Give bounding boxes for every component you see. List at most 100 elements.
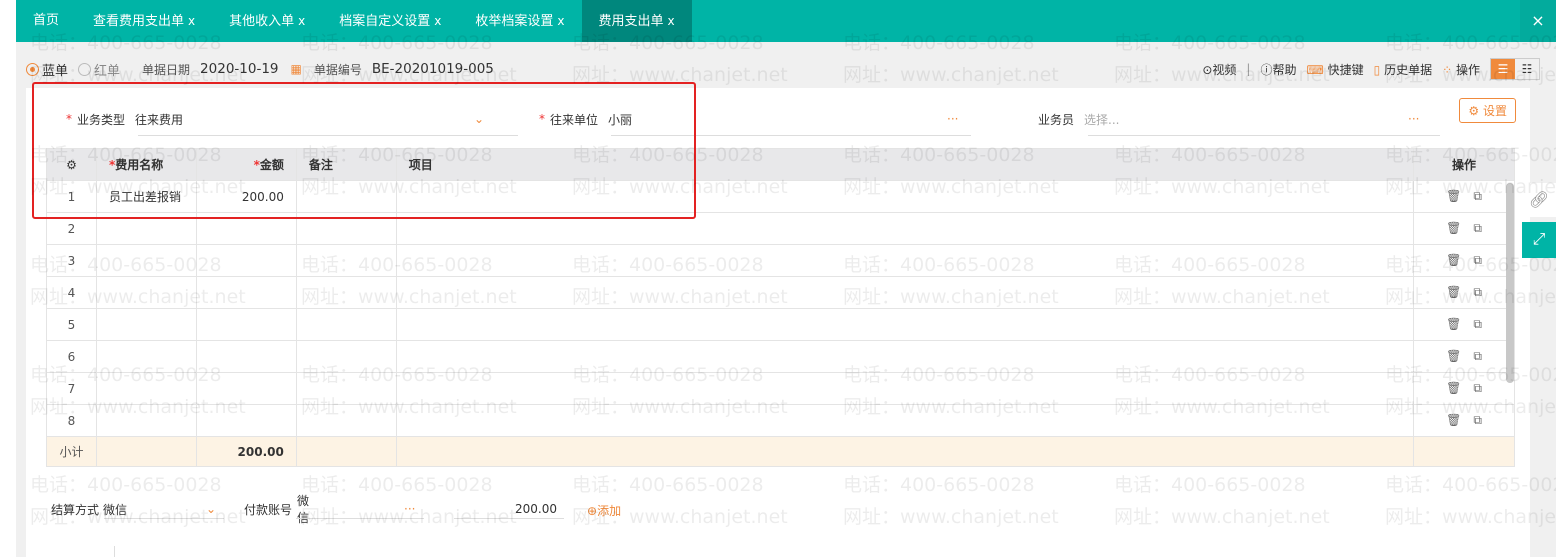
cell-note[interactable] — [295, 404, 397, 437]
row-ops: 🗑︎ ⧉ — [1413, 308, 1515, 341]
shortcut-label: 快捷键 — [1327, 62, 1364, 77]
tab-expense[interactable]: 费用支出单 x — [581, 0, 692, 42]
video-button[interactable]: ⊙视频 — [1202, 61, 1236, 78]
cell-note[interactable] — [295, 276, 397, 309]
tab-archive-custom[interactable]: 档案自定义设置 x — [322, 0, 458, 42]
cell-amount[interactable] — [195, 372, 297, 405]
radio-red[interactable]: 红单 — [78, 60, 120, 79]
row-ops: 🗑︎ ⧉ — [1413, 372, 1515, 405]
copy-add-icon[interactable]: ⧉ — [1473, 189, 1482, 203]
copy-add-icon[interactable]: ⧉ — [1473, 285, 1482, 299]
highlight-box — [32, 82, 696, 219]
cell-note[interactable] — [295, 244, 397, 277]
cell-amount[interactable] — [195, 308, 297, 341]
trash-icon[interactable]: 🗑︎ — [1446, 221, 1461, 235]
copy-add-icon[interactable]: ⧉ — [1473, 349, 1482, 363]
settings-label: 设置 — [1482, 104, 1507, 118]
row-number: 7 — [46, 372, 97, 405]
close-icon[interactable]: x — [668, 14, 675, 28]
cell-note[interactable] — [295, 308, 397, 341]
trash-icon[interactable]: 🗑︎ — [1446, 349, 1461, 363]
trash-icon[interactable]: 🗑︎ — [1446, 253, 1461, 267]
copy-add-icon[interactable]: ⧉ — [1473, 317, 1482, 331]
cell-amount[interactable] — [195, 404, 297, 437]
cell-project[interactable] — [395, 372, 1415, 405]
add-button[interactable]: ⊕添加 — [587, 502, 621, 519]
shortcut-button[interactable]: ⌨ 快捷键 — [1306, 61, 1363, 78]
history-label: 历史单据 — [1384, 62, 1433, 77]
cell-name[interactable] — [95, 404, 197, 437]
cell-name[interactable] — [95, 244, 197, 277]
tab-other-income[interactable]: 其他收入单 x — [212, 0, 322, 42]
close-icon[interactable]: x — [188, 14, 195, 28]
close-icon[interactable]: x — [298, 14, 305, 28]
cell-project[interactable] — [395, 276, 1415, 309]
copy-add-icon[interactable]: ⧉ — [1473, 413, 1482, 427]
field-label: 业务员 — [1038, 112, 1075, 127]
cell-name[interactable] — [95, 372, 197, 405]
operate-button[interactable]: ⁘ 操作 — [1442, 61, 1480, 78]
tab-label: 查看费用支出单 — [93, 14, 185, 29]
expand-icon[interactable]: ⤢ — [1522, 222, 1556, 258]
tab-label: 档案自定义设置 — [339, 14, 431, 29]
more-icon[interactable]: ··· — [1408, 112, 1419, 126]
trash-icon[interactable]: 🗑︎ — [1446, 413, 1461, 427]
account-input[interactable]: 微信 — [297, 492, 309, 526]
cell-project[interactable] — [395, 340, 1415, 373]
date-value[interactable]: 2020-10-19 — [200, 61, 278, 77]
more-icon[interactable]: ··· — [404, 502, 415, 516]
radio-blue[interactable]: 蓝单 — [26, 60, 68, 79]
cell-amount[interactable] — [195, 244, 297, 277]
close-icon[interactable]: x — [434, 14, 441, 28]
row-number: 3 — [46, 244, 97, 277]
help-button[interactable]: ⓘ帮助 — [1260, 61, 1296, 78]
row-ops: 🗑︎ ⧉ — [1413, 244, 1515, 277]
trash-icon[interactable]: 🗑︎ — [1446, 189, 1461, 203]
cell-name[interactable] — [95, 308, 197, 341]
cell-note[interactable] — [295, 372, 397, 405]
tab-bar: 首页 查看费用支出单 x 其他收入单 x 档案自定义设置 x 枚举档案设置 x 费用支出… — [16, 0, 1556, 42]
list-view-icon[interactable]: ☰ — [1491, 59, 1515, 79]
cell-name[interactable] — [95, 340, 197, 373]
calendar-icon[interactable]: ▦ — [291, 62, 302, 76]
copy-add-icon[interactable]: ⧉ — [1473, 221, 1482, 235]
copy-add-icon[interactable]: ⧉ — [1473, 253, 1482, 267]
radio-label: 蓝单 — [42, 63, 69, 79]
close-all-icon[interactable]: × — [1520, 0, 1556, 42]
cell-amount[interactable] — [195, 276, 297, 309]
card-view-icon[interactable]: ☷ — [1515, 59, 1539, 79]
history-button[interactable]: ▯ 历史单据 — [1374, 61, 1432, 78]
more-icon[interactable]: ··· — [947, 112, 958, 126]
tab-home[interactable]: 首页 — [16, 0, 76, 42]
method-label: 结算方式 — [51, 502, 100, 517]
cell-note[interactable] — [295, 340, 397, 373]
link-icon[interactable]: 🔗︎ — [1522, 183, 1556, 217]
trash-icon[interactable]: 🗑︎ — [1446, 381, 1461, 395]
cell-name[interactable] — [95, 276, 197, 309]
close-icon[interactable]: x — [557, 14, 564, 28]
cell-project[interactable] — [395, 244, 1415, 277]
grid-icon: ⁘ — [1442, 62, 1453, 77]
tab-view-expense[interactable]: 查看费用支出单 x — [76, 0, 212, 42]
code-label: 单据编号 — [313, 62, 362, 77]
copy-add-icon[interactable]: ⧉ — [1473, 381, 1482, 395]
amount-input[interactable]: 200.00 — [515, 502, 557, 516]
row-ops: 🗑︎ ⧉ — [1413, 180, 1515, 213]
method-select[interactable]: 微信 — [103, 501, 127, 518]
cell-project[interactable] — [395, 404, 1415, 437]
subtotal-label: 小计 — [46, 436, 97, 467]
trash-icon[interactable]: 🗑︎ — [1446, 285, 1461, 299]
col-ops: 操作 — [1413, 148, 1515, 181]
row-number: 5 — [46, 308, 97, 341]
play-icon: ⊙ — [1202, 62, 1213, 77]
cell-amount[interactable] — [195, 340, 297, 373]
chevron-down-icon[interactable]: ⌄ — [206, 502, 216, 516]
trash-icon[interactable]: 🗑︎ — [1446, 317, 1461, 331]
scrollbar[interactable] — [1506, 183, 1514, 383]
tab-enum-archive[interactable]: 枚举档案设置 x — [458, 0, 581, 42]
settings-button[interactable]: ⚙ 设置 — [1459, 98, 1516, 123]
salesman-field[interactable]: 业务员 选择... ··· — [1038, 106, 1440, 136]
cell-project[interactable] — [395, 308, 1415, 341]
salesman-input[interactable]: 选择... — [1084, 111, 1119, 128]
date-label: 单据日期 — [142, 62, 191, 77]
